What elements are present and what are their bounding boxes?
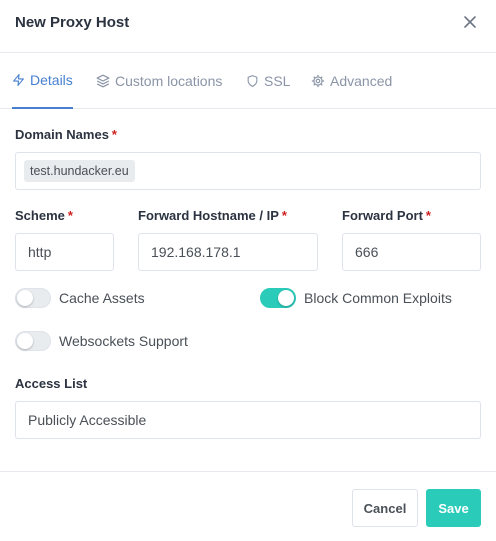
scheme-label: Scheme * <box>15 208 73 223</box>
tab-details[interactable]: Details <box>12 53 73 109</box>
tab-custom-locations[interactable]: Custom locations <box>96 53 222 109</box>
access-list-label: Access List <box>15 376 88 391</box>
toggle-knob <box>17 290 33 306</box>
websockets-toggle[interactable] <box>15 331 51 351</box>
forward-port-label: Forward Port * <box>342 208 431 223</box>
zap-icon <box>13 74 24 86</box>
block-exploits-toggle[interactable] <box>260 288 296 308</box>
domain-chip[interactable]: test.hundacker.eu <box>24 160 135 182</box>
tab-label: Details <box>30 72 73 88</box>
required-marker: * <box>111 127 117 142</box>
required-marker: * <box>67 208 73 223</box>
required-marker: * <box>281 208 287 223</box>
forward-host-label: Forward Hostname / IP * <box>138 208 287 223</box>
tab-label: SSL <box>264 73 291 89</box>
cache-assets-toggle[interactable] <box>15 288 51 308</box>
modal-header: New Proxy Host <box>0 0 496 53</box>
forward-port-input[interactable]: 666 <box>342 233 481 271</box>
cache-assets-label: Cache Assets <box>59 290 145 306</box>
modal-title: New Proxy Host <box>15 14 130 31</box>
tab-label: Custom locations <box>115 73 223 89</box>
forward-host-value: 192.168.178.1 <box>151 244 241 260</box>
scheme-select[interactable]: http <box>15 233 114 271</box>
cancel-button[interactable]: Cancel <box>352 489 418 527</box>
required-marker: * <box>425 208 431 223</box>
layers-icon <box>96 74 110 88</box>
tab-label: Advanced <box>330 73 393 89</box>
forward-port-value: 666 <box>355 244 379 260</box>
toggle-knob <box>17 333 33 349</box>
shield-icon <box>247 75 258 87</box>
modal-footer: Cancel Save <box>0 471 496 541</box>
settings-icon <box>311 74 325 88</box>
toggle-knob <box>278 290 294 306</box>
save-button[interactable]: Save <box>426 489 481 527</box>
access-list-select[interactable]: Publicly Accessible <box>15 401 481 439</box>
tab-ssl[interactable]: SSL <box>246 53 290 109</box>
scheme-value: http <box>28 244 52 260</box>
domain-names-label: Domain Names * <box>15 127 117 142</box>
forward-host-input[interactable]: 192.168.178.1 <box>138 233 318 271</box>
tab-advanced[interactable]: Advanced <box>311 53 392 109</box>
domain-names-input[interactable]: test.hundacker.eu <box>15 152 481 190</box>
websockets-label: Websockets Support <box>59 333 188 349</box>
close-icon[interactable] <box>462 14 478 30</box>
access-list-value: Publicly Accessible <box>28 412 147 428</box>
block-exploits-label: Block Common Exploits <box>304 290 452 306</box>
tab-bar: Details Custom locations SSL Advanced <box>0 53 496 109</box>
